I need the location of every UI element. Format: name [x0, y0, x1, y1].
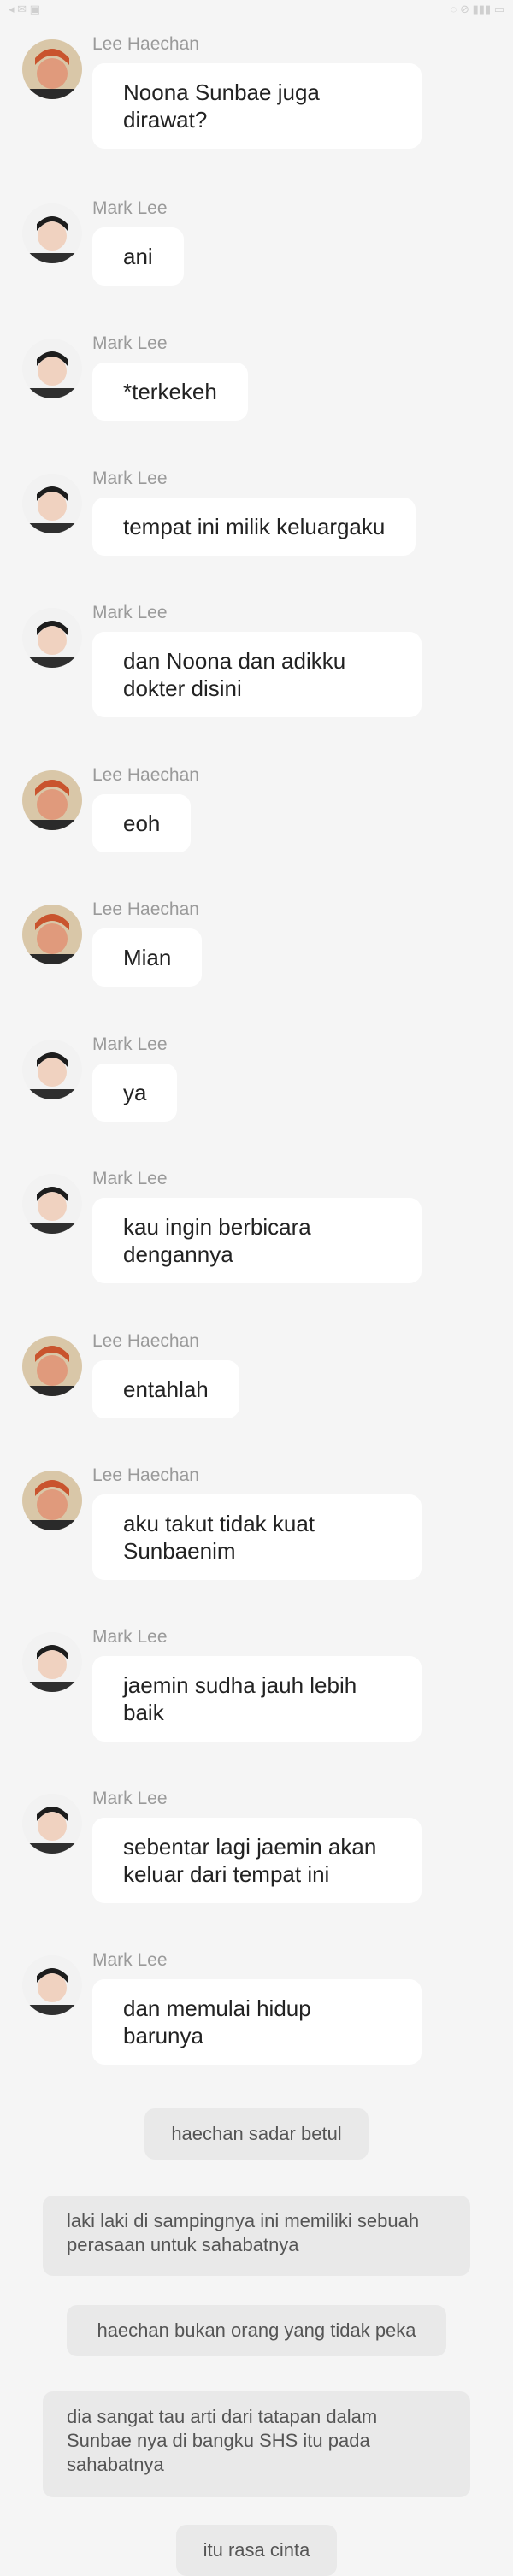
haechan-avatar[interactable] — [22, 39, 82, 99]
message-bubble: dan memulai hidup barunya — [92, 1979, 422, 2065]
sender-name: Lee Haechan — [92, 899, 199, 919]
message-bubble: aku takut tidak kuat Sunbaenim — [92, 1494, 422, 1580]
status-icons-left: ◂ ✉ ▣ — [9, 3, 40, 15]
narration-note: itu rasa cinta — [176, 2525, 337, 2576]
haechan-avatar[interactable] — [22, 1471, 82, 1530]
mark-avatar[interactable] — [22, 203, 82, 263]
sender-name: Mark Lee — [92, 469, 168, 488]
sender-name: Lee Haechan — [92, 1465, 199, 1485]
sender-name: Mark Lee — [92, 603, 168, 622]
mark-avatar[interactable] — [22, 1794, 82, 1854]
message-bubble: dan Noona dan adikku dokter disini — [92, 632, 422, 717]
narration-note: haechan sadar betul — [144, 2108, 369, 2160]
sender-name: Lee Haechan — [92, 765, 199, 785]
sender-name: Mark Lee — [92, 1035, 168, 1054]
narration-note: dia sangat tau arti dari tatapan dalam S… — [43, 2391, 470, 2497]
haechan-avatar[interactable] — [22, 905, 82, 964]
message-bubble: tempat ini milik keluargaku — [92, 498, 416, 556]
message-bubble: *terkekeh — [92, 363, 248, 421]
narration-note: laki laki di sampingnya ini memiliki seb… — [43, 2196, 470, 2276]
message-bubble: Noona Sunbae juga dirawat? — [92, 63, 422, 149]
mark-avatar[interactable] — [22, 1632, 82, 1692]
mark-avatar[interactable] — [22, 1955, 82, 2015]
mark-avatar[interactable] — [22, 339, 82, 398]
mark-avatar[interactable] — [22, 1040, 82, 1099]
sender-name: Mark Lee — [92, 1789, 168, 1808]
message-bubble: eoh — [92, 794, 192, 852]
message-bubble: jaemin sudha jauh lebih baik — [92, 1656, 422, 1742]
haechan-avatar[interactable] — [22, 1336, 82, 1396]
status-icons-right: ◌ ⊘ ▮▮▮ ▭ — [450, 3, 504, 15]
sender-name: Mark Lee — [92, 1627, 168, 1647]
mark-avatar[interactable] — [22, 1174, 82, 1234]
message-bubble: entahlah — [92, 1360, 239, 1418]
sender-name: Mark Lee — [92, 1169, 168, 1188]
mark-avatar[interactable] — [22, 474, 82, 533]
message-bubble: ya — [92, 1064, 178, 1122]
message-bubble: Mian — [92, 928, 203, 987]
sender-name: Lee Haechan — [92, 1331, 199, 1351]
sender-name: Mark Lee — [92, 333, 168, 353]
message-bubble: kau ingin berbicara dengannya — [92, 1198, 422, 1283]
sender-name: Mark Lee — [92, 1950, 168, 1970]
sender-name: Lee Haechan — [92, 34, 199, 54]
status-bar: ◂ ✉ ▣ ◌ ⊘ ▮▮▮ ▭ — [0, 0, 513, 19]
message-bubble: ani — [92, 227, 184, 286]
message-bubble: sebentar lagi jaemin akan keluar dari te… — [92, 1818, 422, 1903]
narration-note: haechan bukan orang yang tidak peka — [67, 2305, 446, 2356]
mark-avatar[interactable] — [22, 608, 82, 668]
sender-name: Mark Lee — [92, 198, 168, 218]
haechan-avatar[interactable] — [22, 770, 82, 830]
